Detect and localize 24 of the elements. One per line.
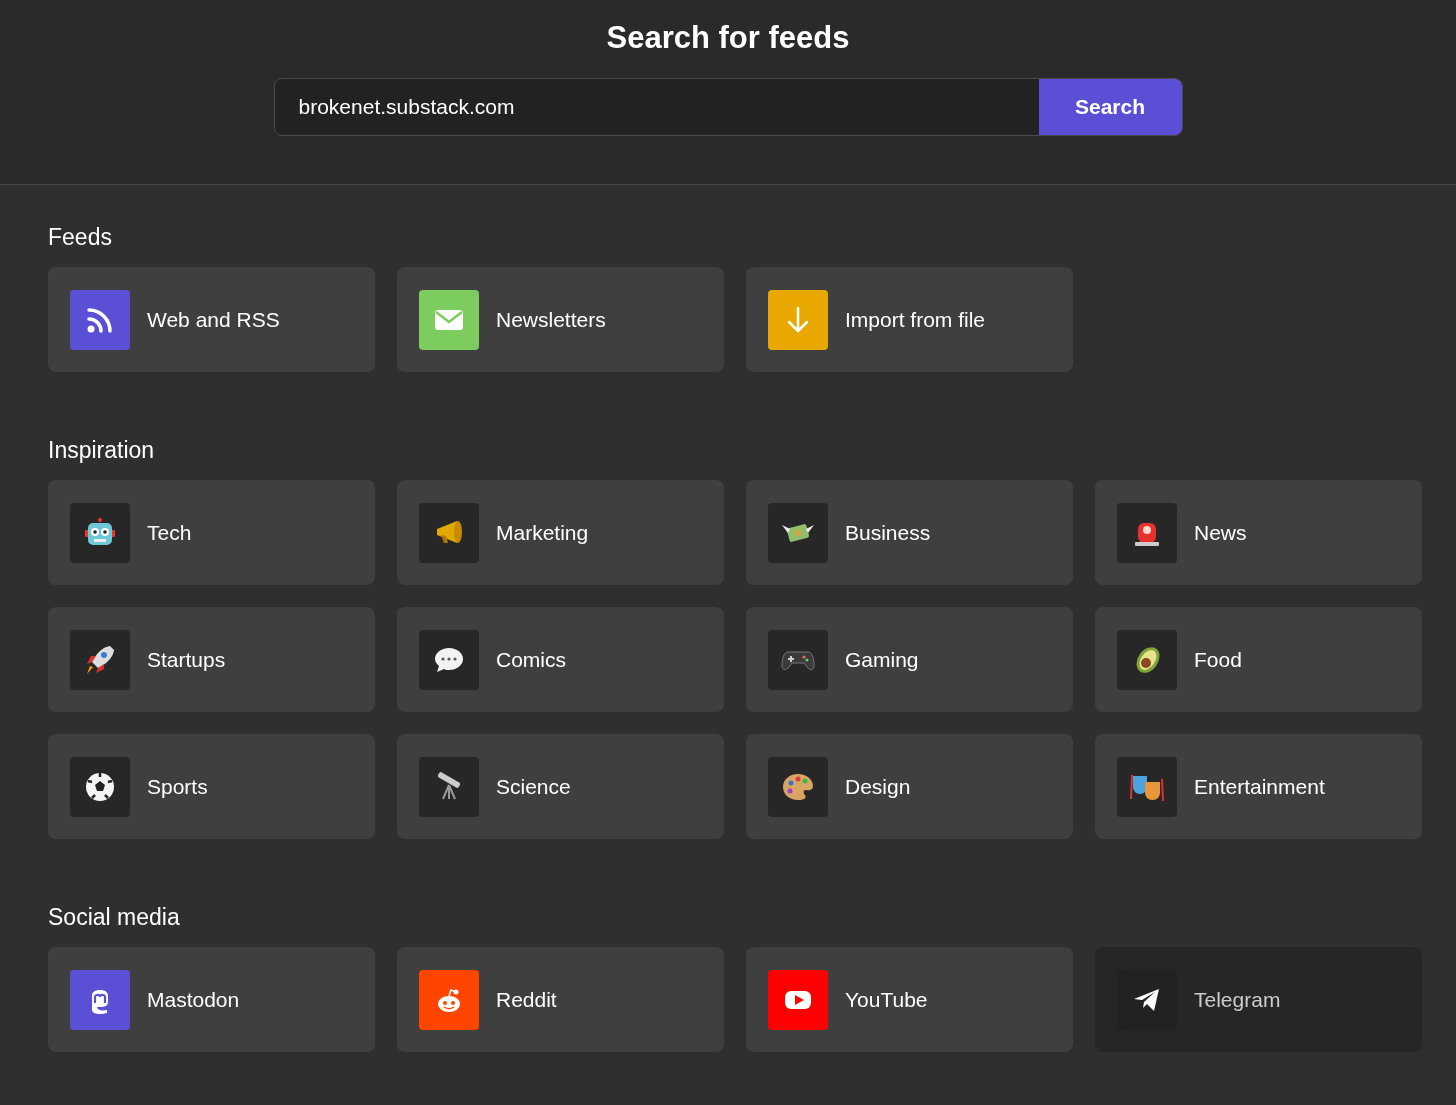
source-card[interactable]: Entertainment <box>1095 734 1422 839</box>
source-card[interactable]: Web and RSS <box>48 267 375 372</box>
source-card[interactable]: Food <box>1095 607 1422 712</box>
source-card[interactable]: Comics <box>397 607 724 712</box>
source-card[interactable]: Sports <box>48 734 375 839</box>
source-card[interactable]: News <box>1095 480 1422 585</box>
source-card[interactable]: Import from file <box>746 267 1073 372</box>
source-card[interactable]: Marketing <box>397 480 724 585</box>
search-field[interactable]: brokenet.substack.com Search <box>273 78 1183 136</box>
section-title: Feeds <box>48 223 113 252</box>
source-card[interactable]: YouTube <box>746 947 1073 1052</box>
source-card[interactable]: Reddit <box>397 947 724 1052</box>
source-card[interactable]: Newsletters <box>397 267 724 372</box>
page-title: Search for feeds <box>606 19 850 57</box>
section-title: Social media <box>48 903 181 932</box>
source-card[interactable]: Design <box>746 734 1073 839</box>
source-card[interactable]: Startups <box>48 607 375 712</box>
source-card[interactable]: Tech <box>48 480 375 585</box>
source-card[interactable]: Gaming <box>746 607 1073 712</box>
source-card[interactable]: Science <box>397 734 724 839</box>
search-button[interactable]: Search <box>1038 79 1182 135</box>
source-card[interactable]: Business <box>746 480 1073 585</box>
section-title: Inspiration <box>48 436 156 465</box>
source-card[interactable]: Mastodon <box>48 947 375 1052</box>
